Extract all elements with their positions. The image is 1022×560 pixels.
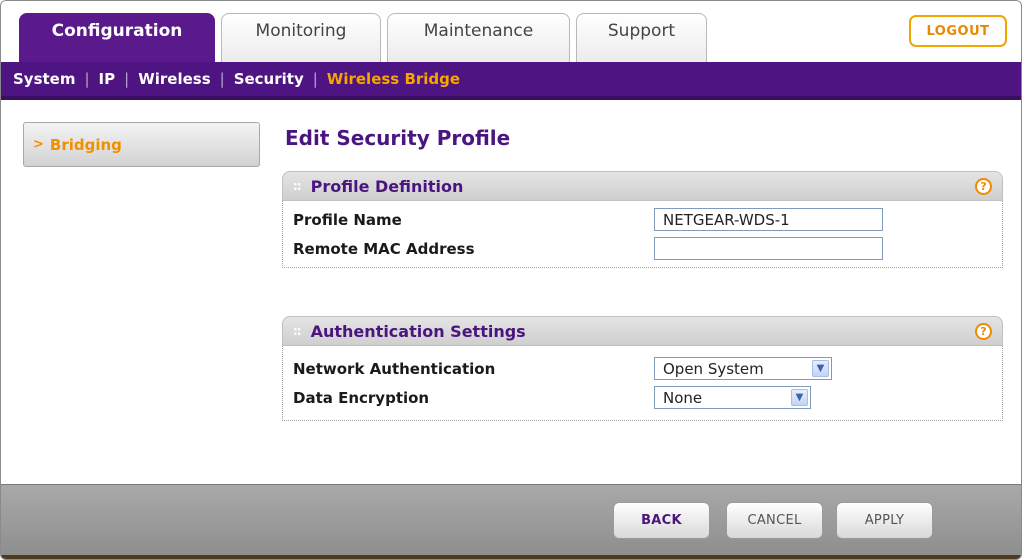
subnav-item-ip[interactable]: IP xyxy=(99,70,116,88)
remote-mac-row: Remote MAC Address xyxy=(283,234,1002,263)
network-auth-row: Network Authentication Open System ▼ xyxy=(283,354,1002,383)
section-body: Profile Name Remote MAC Address xyxy=(282,201,1003,268)
chevron-down-icon[interactable]: ▼ xyxy=(812,360,829,377)
subnav-separator: | xyxy=(124,70,130,88)
help-icon[interactable]: ? xyxy=(975,178,992,195)
remote-mac-field[interactable] xyxy=(654,237,883,260)
section-header: :: Authentication Settings ? xyxy=(282,316,1003,346)
subnav-separator: | xyxy=(312,70,318,88)
network-auth-label: Network Authentication xyxy=(293,360,496,378)
section-title: Authentication Settings xyxy=(310,321,526,341)
data-encryption-value: None xyxy=(663,389,703,407)
tab-configuration[interactable]: Configuration xyxy=(19,13,215,62)
network-auth-select[interactable]: Open System ▼ xyxy=(654,357,832,380)
sidebar-item-label: Bridging xyxy=(49,135,122,154)
grip-icon: :: xyxy=(293,324,302,338)
action-footer: BACK CANCEL APPLY xyxy=(1,484,1021,559)
section-header: :: Profile Definition ? xyxy=(282,171,1003,201)
help-icon[interactable]: ? xyxy=(975,323,992,340)
chevron-down-icon[interactable]: ▼ xyxy=(791,389,808,406)
page-title: Edit Security Profile xyxy=(285,126,511,150)
main-tab-bar: Configuration Monitoring Maintenance Sup… xyxy=(1,1,1021,62)
tab-maintenance[interactable]: Maintenance xyxy=(387,13,570,62)
back-button[interactable]: BACK xyxy=(613,502,710,539)
subnav-separator: | xyxy=(84,70,90,88)
tab-support[interactable]: Support xyxy=(576,13,707,62)
remote-mac-label: Remote MAC Address xyxy=(293,240,475,258)
router-admin-window: Configuration Monitoring Maintenance Sup… xyxy=(0,0,1022,560)
logout-button[interactable]: LOGOUT xyxy=(909,15,1007,47)
subnav-item-wireless-bridge[interactable]: Wireless Bridge xyxy=(327,70,460,88)
profile-name-field[interactable] xyxy=(654,208,883,231)
profile-name-row: Profile Name xyxy=(283,205,1002,234)
grip-icon: :: xyxy=(293,179,302,193)
cancel-button[interactable]: CANCEL xyxy=(726,502,823,539)
data-encryption-label: Data Encryption xyxy=(293,389,430,407)
tab-monitoring[interactable]: Monitoring xyxy=(221,13,381,62)
section-title: Profile Definition xyxy=(310,176,464,196)
subnav-item-wireless[interactable]: Wireless xyxy=(138,70,210,88)
sidebar-item-bridging[interactable]: > Bridging xyxy=(23,122,260,167)
data-encryption-select[interactable]: None ▼ xyxy=(654,386,811,409)
subnav-separator: | xyxy=(219,70,225,88)
profile-name-label: Profile Name xyxy=(293,211,402,229)
section-body: Network Authentication Open System ▼ Dat… xyxy=(282,346,1003,421)
chevron-right-icon: > xyxy=(33,137,44,152)
authentication-settings-section: :: Authentication Settings ? Network Aut… xyxy=(282,316,1003,421)
subnav-item-system[interactable]: System xyxy=(13,70,75,88)
network-auth-value: Open System xyxy=(663,360,764,378)
profile-definition-section: :: Profile Definition ? Profile Name Rem… xyxy=(282,171,1003,268)
subnav-item-security[interactable]: Security xyxy=(234,70,304,88)
sub-navigation: System | IP | Wireless | Security | Wire… xyxy=(1,62,1021,100)
apply-button[interactable]: APPLY xyxy=(836,502,933,539)
data-encryption-row: Data Encryption None ▼ xyxy=(283,383,1002,412)
